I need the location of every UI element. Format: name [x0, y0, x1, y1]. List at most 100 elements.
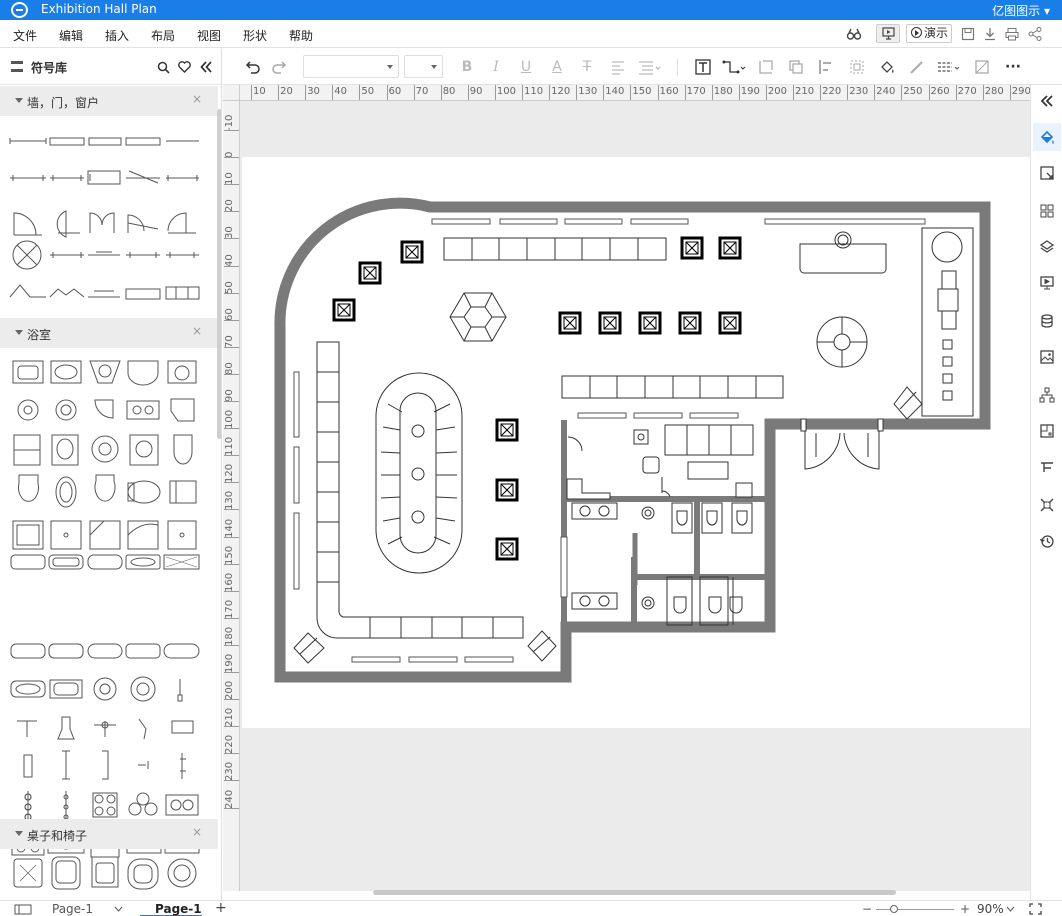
towel-bar-symbol[interactable] [102, 750, 109, 780]
italic-icon[interactable]: I [487, 58, 505, 76]
font-size-select[interactable] [404, 55, 443, 78]
toilet-symbol[interactable] [94, 474, 116, 502]
display-case[interactable] [400, 240, 424, 264]
double-sink-symbol[interactable] [126, 400, 160, 420]
line-color-icon[interactable] [908, 58, 926, 76]
display-case[interactable] [495, 478, 519, 502]
opening-symbol[interactable] [88, 290, 120, 298]
display-case[interactable] [638, 311, 662, 335]
image-icon[interactable] [1039, 349, 1055, 365]
section-walls-doors-windows[interactable]: 墙，门，窗户 × [0, 86, 218, 116]
toilet-symbol[interactable] [18, 474, 39, 502]
group-icon[interactable] [787, 58, 805, 76]
menu-insert[interactable]: 插入 [105, 27, 129, 44]
guide-icon[interactable] [1039, 459, 1055, 475]
horizontal-scrollbar[interactable] [373, 890, 896, 895]
display-case[interactable] [598, 311, 622, 335]
round-table[interactable] [816, 316, 868, 368]
display-case[interactable] [718, 236, 742, 260]
corner-sink-symbol[interactable] [170, 398, 195, 422]
window-symbol[interactable] [166, 175, 199, 181]
format-icon[interactable] [1039, 165, 1055, 181]
floor-plan-drawing[interactable] [242, 157, 1030, 728]
interior-window[interactable] [689, 412, 739, 419]
sink-round-symbol[interactable] [55, 399, 77, 421]
jacuzzi-symbol[interactable] [93, 677, 117, 701]
bathtub-symbol[interactable] [87, 643, 123, 659]
sink-round-symbol[interactable] [91, 435, 119, 463]
search-icon[interactable] [157, 61, 170, 74]
section-tables-chairs[interactable]: 桌子和椅子 × [0, 819, 218, 849]
drain-symbol[interactable] [171, 720, 194, 734]
section-bathroom[interactable]: 浴室 × [0, 318, 218, 348]
presentation-icon[interactable] [1039, 275, 1055, 291]
layers-icon[interactable] [1039, 239, 1055, 255]
shower-symbol[interactable] [50, 520, 82, 550]
bathtub-symbol[interactable] [87, 554, 123, 570]
section-close-icon[interactable]: × [192, 324, 202, 338]
sink-symbol[interactable] [127, 360, 159, 386]
interior-window[interactable] [633, 412, 683, 419]
right-display-shelf[interactable] [921, 227, 974, 417]
menu-edit[interactable]: 编辑 [59, 27, 83, 44]
current-page-tab[interactable]: Page-1 [155, 902, 202, 916]
jacuzzi-symbol[interactable] [130, 676, 156, 702]
section-close-icon[interactable]: × [192, 92, 202, 106]
page-dropdown-icon[interactable] [114, 906, 123, 912]
shower-symbol[interactable] [89, 520, 121, 550]
shower-symbol[interactable] [167, 520, 197, 550]
opening-symbol[interactable] [9, 284, 46, 298]
shadow-icon[interactable] [973, 58, 991, 76]
line-style-icon[interactable] [936, 58, 962, 76]
chair-symbol[interactable] [167, 858, 197, 888]
replace-icon[interactable] [1039, 497, 1055, 513]
align-shapes-icon[interactable] [817, 58, 835, 76]
window-symbol[interactable] [50, 252, 84, 258]
faucet-symbol[interactable] [177, 679, 183, 702]
window-symbol[interactable] [126, 252, 160, 258]
door-symbol[interactable] [127, 214, 159, 233]
bottom-window[interactable] [408, 656, 458, 663]
menu-file[interactable]: 文件 [13, 27, 37, 44]
bold-icon[interactable]: B [458, 58, 476, 76]
fill-icon[interactable] [878, 58, 896, 76]
window-symbol[interactable] [10, 175, 46, 181]
brand-menu[interactable]: 亿图图示 ▾ [992, 2, 1050, 19]
conference-table[interactable] [375, 372, 463, 574]
door-symbol[interactable] [13, 212, 42, 236]
display-case[interactable] [495, 418, 519, 442]
toilet-symbol[interactable] [169, 480, 197, 504]
container-icon[interactable] [757, 58, 775, 76]
burner-symbol[interactable] [128, 792, 158, 816]
window-symbol[interactable] [88, 251, 120, 256]
display-case[interactable] [332, 298, 356, 322]
zoom-slider-handle[interactable] [890, 905, 898, 913]
menu-shape[interactable]: 形状 [243, 27, 267, 44]
display-case[interactable] [558, 311, 582, 335]
sink-cabinet-symbol[interactable] [129, 434, 159, 466]
screen-button[interactable] [876, 24, 900, 43]
arrange-icon[interactable] [848, 58, 866, 76]
underline-icon[interactable]: U [517, 58, 535, 76]
drawing-page[interactable] [242, 157, 1030, 728]
font-color-icon[interactable]: A [548, 58, 566, 76]
top-windows[interactable] [431, 218, 926, 225]
bottom-window[interactable] [464, 656, 514, 663]
opening-symbol[interactable] [49, 288, 85, 298]
zoom-dropdown-icon[interactable] [1006, 906, 1015, 912]
org-chart-icon[interactable] [1039, 387, 1055, 403]
collapse-icon[interactable] [1039, 93, 1055, 109]
left-window[interactable] [293, 371, 300, 438]
grid-icon[interactable] [1039, 203, 1055, 219]
favorite-icon[interactable] [178, 61, 191, 73]
hook-symbol[interactable] [180, 753, 186, 779]
towel-bar-symbol[interactable] [62, 750, 70, 780]
wall-symbol[interactable] [9, 138, 47, 144]
bathtub-symbol[interactable] [48, 643, 84, 659]
zoom-slider-track[interactable] [876, 909, 954, 910]
left-window[interactable] [293, 446, 300, 504]
library-scrollbar[interactable] [217, 109, 221, 439]
zoom-in-button[interactable]: + [960, 902, 970, 916]
left-window[interactable] [293, 512, 300, 590]
door-symbol[interactable] [89, 212, 115, 233]
